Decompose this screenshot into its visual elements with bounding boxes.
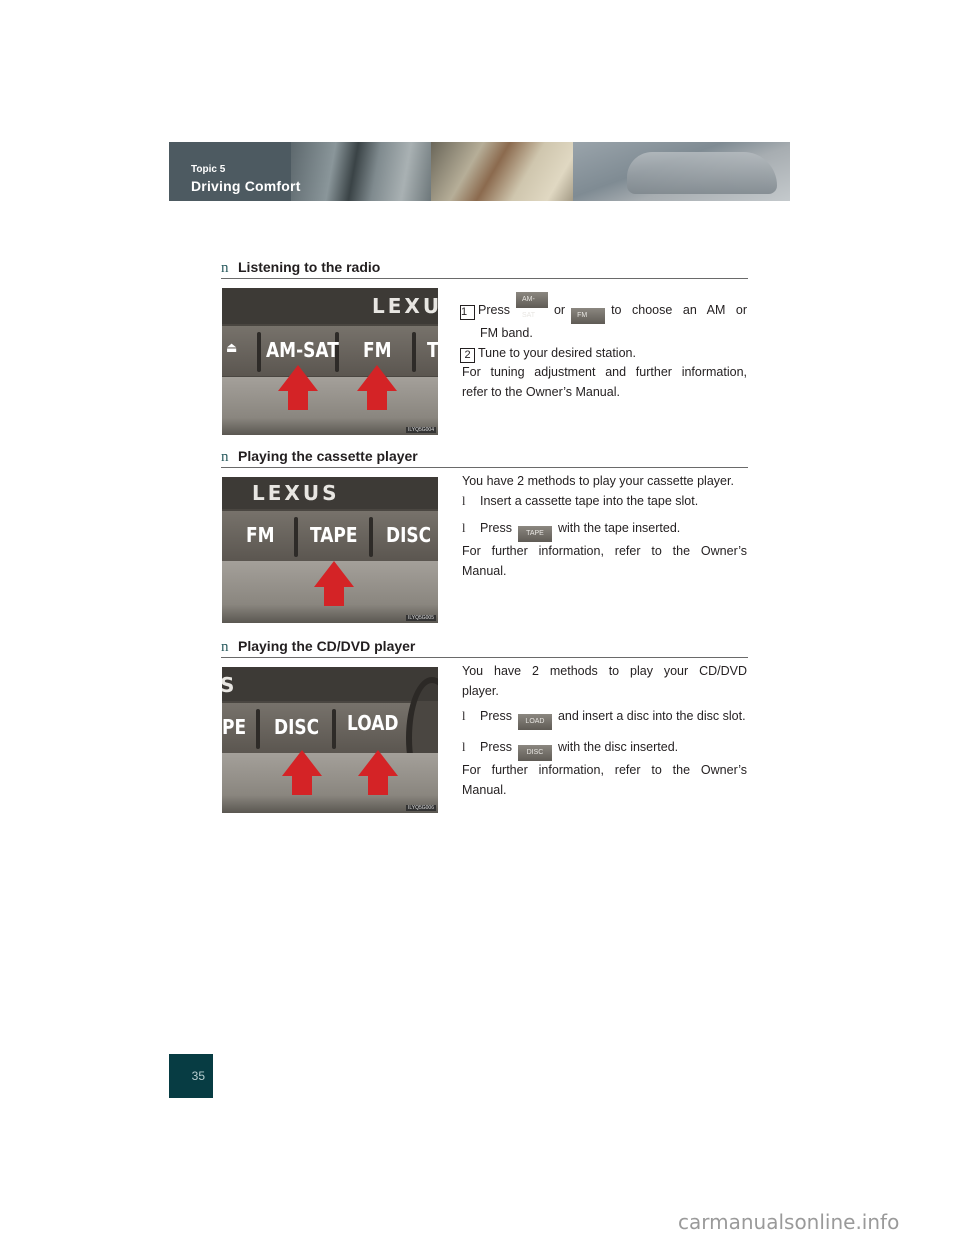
section-bullet-icon: n bbox=[221, 260, 229, 276]
list-bullet-icon: l bbox=[462, 709, 466, 723]
cassette-panel-image: LEXUS FM TAPE DISC ILYQ5G005 bbox=[222, 477, 438, 623]
list-bullet-icon: l bbox=[462, 521, 466, 535]
button-label-tape-partial: T bbox=[427, 338, 438, 362]
load-button-icon: LOAD bbox=[517, 714, 552, 730]
section-title: Listening to the radio bbox=[238, 259, 381, 275]
button-label-fm: FM bbox=[246, 523, 275, 547]
intro-text: player. bbox=[462, 683, 499, 698]
am-sat-button-icon: AM-SAT bbox=[515, 292, 548, 319]
step-number: 2 bbox=[460, 347, 475, 363]
watermark-link[interactable]: carmanualsonline.info bbox=[678, 1210, 899, 1234]
cd-dvd-panel-image: S PE DISC LOAD ILYQ5G006 bbox=[222, 667, 438, 813]
lexus-logo: LEXUS bbox=[252, 481, 340, 505]
cd-dvd-instructions: You have 2 methods to play your CD/DVD p… bbox=[462, 662, 747, 800]
banner-photo-car bbox=[573, 142, 790, 201]
fm-button-icon: FM bbox=[571, 308, 606, 324]
note-line: For tuning adjustment and further inform… bbox=[462, 365, 747, 379]
method-item: l Press DISC with the disc inserted. bbox=[462, 738, 747, 761]
section-heading-radio: n Listening to the radio bbox=[221, 256, 748, 279]
lexus-logo-partial: S bbox=[222, 673, 238, 697]
eject-icon: ⏏ bbox=[226, 340, 238, 356]
note-line: Manual. bbox=[462, 563, 507, 578]
lexus-logo: LEXU bbox=[372, 294, 438, 318]
step-1-continued: FM band. bbox=[480, 326, 533, 340]
method-item: l Insert a cassette tape into the tape sl… bbox=[462, 492, 747, 512]
image-code: ILYQ5G006 bbox=[405, 805, 436, 811]
intro-text: You have 2 methods to play your CD/DVD bbox=[462, 664, 747, 678]
topic-title: Driving Comfort bbox=[191, 178, 301, 194]
section-bullet-icon: n bbox=[221, 639, 229, 655]
disc-button-icon: DISC bbox=[517, 745, 552, 761]
tape-button-icon: TAPE bbox=[517, 526, 552, 542]
button-label-tape-partial: PE bbox=[222, 715, 247, 739]
list-bullet-icon: l bbox=[462, 740, 466, 754]
section-bullet-icon: n bbox=[221, 449, 229, 465]
step-2: 2 Tune to your desired station. bbox=[460, 344, 747, 364]
button-label-disc: DISC bbox=[274, 715, 320, 739]
button-label-disc: DISC bbox=[386, 523, 432, 547]
button-label-am-sat: AM-SAT bbox=[266, 338, 339, 362]
button-label-tape: TAPE bbox=[310, 523, 358, 547]
note-line: refer to the Owner’s Manual. bbox=[462, 384, 620, 399]
button-label-load: LOAD bbox=[347, 711, 399, 735]
note-line: For further information, refer to the Ow… bbox=[462, 763, 747, 777]
section-title: Playing the CD/DVD player bbox=[238, 638, 416, 654]
page-number: 35 bbox=[169, 1054, 213, 1098]
note-line: For further information, refer to the Ow… bbox=[462, 544, 747, 558]
banner-photo-door bbox=[291, 142, 431, 201]
image-code: ILYQ5G005 bbox=[405, 615, 436, 621]
section-heading-cd-dvd: n Playing the CD/DVD player bbox=[221, 635, 748, 658]
image-code: ILYQ5G004 bbox=[405, 427, 436, 433]
radio-panel-image: LEXU ⏏ AM-SAT FM T ILYQ5G004 bbox=[222, 288, 438, 435]
topic-label: Topic 5 bbox=[191, 164, 226, 175]
method-item: l Press TAPE with the tape inserted. bbox=[462, 519, 747, 542]
radio-instructions: 1 PressAM-SAT or FM to choose an AM or FM ba… bbox=[460, 292, 747, 402]
cassette-instructions: You have 2 methods to play your cassette… bbox=[462, 472, 747, 581]
section-title: Playing the cassette player bbox=[238, 448, 418, 464]
section-heading-cassette: n Playing the cassette player bbox=[221, 445, 748, 468]
banner-photo-interior bbox=[431, 142, 573, 201]
topic-banner: Topic 5 Driving Comfort bbox=[169, 142, 790, 201]
button-label-fm: FM bbox=[363, 338, 392, 362]
note-line: Manual. bbox=[462, 782, 507, 797]
step-1: 1 PressAM-SAT or FM to choose an AM or bbox=[460, 292, 747, 324]
intro-text: You have 2 methods to play your cassette… bbox=[462, 474, 734, 488]
list-bullet-icon: l bbox=[462, 493, 466, 508]
method-item: l Press LOAD and insert a disc into the dis… bbox=[462, 707, 747, 730]
step-number: 1 bbox=[460, 305, 475, 320]
